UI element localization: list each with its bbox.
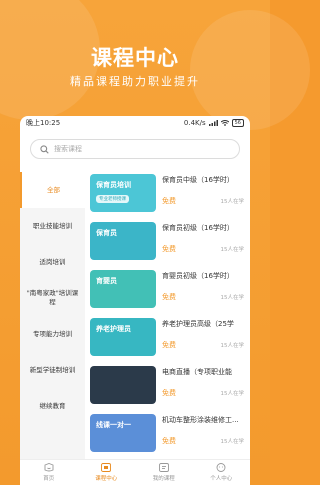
tab-label: 个人中心 (210, 476, 233, 482)
category-item[interactable]: 继续教育 (20, 388, 85, 424)
course-price: 免费 (162, 293, 176, 301)
home-icon (44, 463, 54, 472)
search-box[interactable]: 搜索课程 (30, 139, 240, 159)
promo-title: 课程中心 (91, 46, 179, 70)
category-item[interactable]: 新型学徒制培训 (20, 352, 85, 388)
learner-count: 15人在学 (220, 295, 245, 301)
tab-label: 我的课程 (152, 476, 175, 482)
course-list: 保育员培训 专业老师授课 保育员中级（16学时） 免费 15人在学 保育员 保育员初级（16… (85, 172, 250, 459)
thumbnail-title: 育婴员 (96, 277, 117, 285)
search-icon (40, 144, 49, 154)
category-item[interactable]: 专项能力培训 (20, 316, 85, 352)
course-thumbnail: 育婴员 (90, 270, 156, 308)
learner-count: 15人在学 (220, 247, 245, 253)
course-thumbnail: 线课一对一 (90, 414, 156, 452)
search-placeholder: 搜索课程 (54, 145, 82, 153)
course-item[interactable]: 育婴员 育婴员初级（16学时） 免费 15人在学 (90, 270, 250, 318)
battery-icon: 56 (231, 119, 244, 127)
course-center-icon (101, 463, 112, 472)
tab-my-courses[interactable]: 我的课程 (135, 460, 193, 485)
bottom-tab-bar: 首页 课程中心 我的课程 个人中心 (20, 459, 250, 485)
category-item[interactable]: "南粤家政"培训课程 (20, 280, 85, 316)
learner-count: 15人在学 (220, 391, 245, 397)
course-price: 免费 (162, 245, 176, 253)
thumbnail-title: 线课一对一 (96, 421, 131, 429)
thumbnail-title: 保育员培训 (96, 181, 131, 189)
course-title: 机动车整形涂装维修工... (162, 416, 239, 424)
phone-screen: 晚上10:25 0.4K/s 56 搜索课程 全部 职业技能培训 适岗培训 "南粤家政… (20, 116, 250, 485)
course-price: 免费 (162, 197, 176, 205)
course-price: 免费 (162, 389, 176, 397)
profile-icon (216, 463, 226, 472)
course-title: 育婴员初级（16学时） (162, 272, 234, 280)
learner-count: 15人在学 (220, 199, 245, 205)
promo-subtitle: 精品课程助力职业提升 (70, 75, 200, 88)
course-title: 保育员初级（16学时） (162, 224, 234, 232)
course-title: 养老护理员高级（25学 (162, 320, 234, 328)
category-item[interactable]: 适岗培训 (20, 244, 85, 280)
thumbnail-title: 保育员 (96, 229, 117, 237)
thumbnail-title: 养老护理员 (96, 325, 131, 333)
course-item[interactable]: 线课一对一 机动车整形涂装维修工... 免费 15人在学 (90, 414, 250, 459)
tab-label: 课程中心 (95, 476, 118, 482)
course-price: 免费 (162, 341, 176, 349)
course-content: 全部 职业技能培训 适岗培训 "南粤家政"培训课程 专项能力培训 新型学徒制培训 继续教育 … (20, 172, 250, 459)
category-sidebar: 全部 职业技能培训 适岗培训 "南粤家政"培训课程 专项能力培训 新型学徒制培训 继续教育 (20, 172, 85, 459)
learner-count: 15人在学 (220, 343, 245, 349)
tab-label: 首页 (43, 476, 55, 482)
wifi-icon (220, 120, 229, 126)
tab-course-center[interactable]: 课程中心 (78, 460, 136, 485)
category-item[interactable]: 职业技能培训 (20, 208, 85, 244)
thumbnail-tag: 专业老师授课 (96, 195, 129, 203)
status-bar: 晚上10:25 0.4K/s 56 (20, 116, 250, 130)
tab-home[interactable]: 首页 (20, 460, 78, 485)
course-item[interactable]: 电商直播（专项职业能 免费 15人在学 (90, 366, 250, 414)
category-item[interactable]: 全部 (20, 172, 85, 208)
course-thumbnail: 养老护理员 (90, 318, 156, 356)
course-thumbnail: 保育员 (90, 222, 156, 260)
tab-profile[interactable]: 个人中心 (193, 460, 251, 485)
network-speed: 0.4K/s (183, 119, 206, 127)
course-item[interactable]: 保育员 保育员初级（16学时） 免费 15人在学 (90, 222, 250, 270)
my-courses-icon (158, 463, 169, 472)
status-time: 晚上10:25 (26, 119, 61, 127)
course-item[interactable]: 养老护理员 养老护理员高级（25学 免费 15人在学 (90, 318, 250, 366)
course-item[interactable]: 保育员培训 专业老师授课 保育员中级（16学时） 免费 15人在学 (90, 174, 250, 222)
learner-count: 15人在学 (220, 439, 245, 445)
course-thumbnail (90, 366, 156, 404)
signal-icon (208, 120, 218, 126)
course-price: 免费 (162, 437, 176, 445)
course-title: 电商直播（专项职业能 (162, 368, 232, 376)
course-title: 保育员中级（16学时） (162, 176, 234, 184)
course-thumbnail: 保育员培训专业老师授课 (90, 174, 156, 212)
